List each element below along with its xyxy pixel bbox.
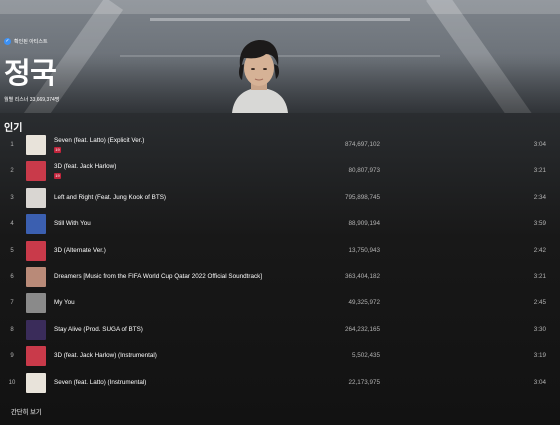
artist-header-banner: ✓ 확인된 아티스트 정국 월별 리스너 33,669,374명 [0, 0, 560, 113]
track-row[interactable]: 3 Left and Right (Feat. Jung Kook of BTS)… [0, 185, 560, 211]
track-row[interactable]: 5 3D (Alternate Ver.) 13,750,943 2:42 [0, 238, 560, 264]
track-duration: 2:34 [533, 193, 546, 201]
album-cover-thumbnail[interactable] [26, 187, 46, 208]
track-title[interactable]: Seven (feat. Latto) (Explicit Ver.) [54, 137, 144, 144]
track-title[interactable]: Seven (feat. Latto) (Instrumental) [54, 379, 146, 386]
album-cover-thumbnail[interactable] [26, 135, 46, 155]
play-count: 264,232,165 [344, 325, 380, 333]
track-title[interactable]: 3D (Alternate Ver.) [54, 247, 106, 254]
track-row[interactable]: 10 Seven (feat. Latto) (Instrumental) 22,1… [0, 370, 560, 396]
track-title[interactable]: Left and Right (Feat. Jung Kook of BTS) [54, 194, 166, 201]
track-number: 1 [10, 142, 14, 148]
album-cover-thumbnail[interactable] [26, 214, 46, 235]
track-number: 3 [10, 194, 14, 201]
see-less-button[interactable]: 간단히 보기 [11, 407, 42, 416]
track-duration: 3:21 [533, 167, 546, 175]
track-title[interactable]: Stay Alive (Prod. SUGA of BTS) [54, 326, 143, 333]
verified-label: 확인된 아티스트 [14, 39, 48, 45]
track-duration: 2:42 [533, 246, 546, 254]
artist-name: 정국 [4, 58, 57, 90]
track-row[interactable]: 4 Still With You 88,909,194 3:59 [0, 211, 560, 237]
track-duration: 2:45 [533, 299, 546, 307]
banner-light-beam [150, 18, 410, 21]
track-title[interactable]: 3D (feat. Jack Harlow) [54, 163, 116, 170]
play-count: 13,750,943 [348, 246, 380, 254]
explicit-badge: 19 [54, 173, 61, 180]
popular-tracks-section: 인기 1 Seven (feat. Latto) (Explicit Ver.) 1… [0, 113, 560, 425]
artist-portrait [232, 40, 288, 113]
play-count: 88,909,194 [348, 220, 380, 228]
track-duration: 3:21 [533, 273, 546, 280]
verified-artist-badge: ✓ 확인된 아티스트 [4, 38, 48, 45]
album-cover-thumbnail[interactable] [26, 346, 46, 367]
play-count: 363,404,182 [344, 273, 380, 280]
track-duration: 3:04 [533, 378, 546, 386]
track-title[interactable]: Still With You [54, 220, 91, 227]
explicit-badge: 19 [54, 147, 61, 153]
play-count: 22,173,975 [348, 378, 380, 386]
track-duration: 3:04 [533, 141, 546, 148]
track-duration: 3:30 [533, 325, 546, 333]
track-title[interactable]: My You [54, 299, 75, 306]
track-number: 5 [10, 247, 14, 254]
play-count: 49,325,972 [348, 299, 380, 307]
play-count: 80,807,973 [348, 167, 380, 175]
track-number: 4 [10, 221, 14, 228]
verified-check-icon: ✓ [4, 38, 11, 45]
play-count: 795,898,745 [344, 193, 380, 201]
album-cover-thumbnail[interactable] [26, 161, 46, 182]
track-number: 6 [10, 274, 14, 280]
track-number: 8 [10, 326, 14, 333]
track-title[interactable]: 3D (feat. Jack Harlow) (Instrumental) [54, 352, 157, 359]
track-row[interactable]: 7 My You 49,325,972 2:45 [0, 290, 560, 316]
album-cover-thumbnail[interactable] [26, 372, 46, 393]
track-number: 2 [10, 168, 14, 175]
play-count: 874,697,102 [344, 141, 380, 148]
play-count: 5,502,435 [351, 352, 380, 360]
album-cover-thumbnail[interactable] [26, 240, 46, 261]
album-cover-thumbnail[interactable] [26, 293, 46, 314]
track-row[interactable]: 1 Seven (feat. Latto) (Explicit Ver.) 19 87… [0, 132, 560, 158]
album-cover-thumbnail[interactable] [26, 319, 46, 340]
track-number: 7 [10, 300, 14, 307]
track-number: 10 [8, 379, 16, 386]
track-row[interactable]: 8 Stay Alive (Prod. SUGA of BTS) 264,232,1… [0, 317, 560, 343]
track-row[interactable]: 6 Dreamers [Music from the FIFA World Cup… [0, 264, 560, 290]
track-duration: 3:59 [533, 220, 546, 228]
track-row[interactable]: 9 3D (feat. Jack Harlow) (Instrumental) 5,… [0, 343, 560, 369]
monthly-listeners: 월별 리스너 33,669,374명 [4, 97, 60, 103]
track-title[interactable]: Dreamers [Music from the FIFA World Cup … [54, 273, 262, 280]
track-duration: 3:19 [533, 352, 546, 360]
banner-light-beam [0, 0, 560, 14]
track-number: 9 [10, 353, 14, 360]
album-cover-thumbnail[interactable] [26, 267, 46, 287]
track-row[interactable]: 2 3D (feat. Jack Harlow) 19 80,807,973 3:21 [0, 158, 560, 184]
